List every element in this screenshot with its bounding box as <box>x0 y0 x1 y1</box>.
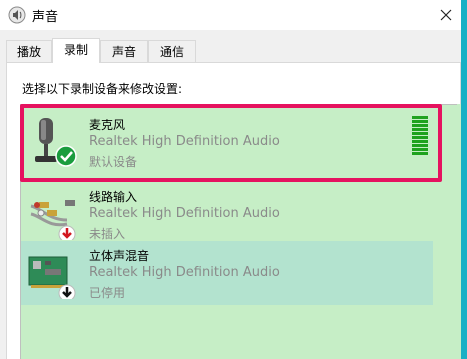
device-name: 立体声混音 <box>89 249 150 263</box>
speaker-icon <box>8 6 26 24</box>
device-status: 已停用 <box>89 286 126 300</box>
close-icon <box>440 9 451 21</box>
device-item-line-in[interactable]: 线路输入 Realtek High Definition Audio 未插入 <box>21 182 433 246</box>
sound-dialog: 声音 播放 录制 声音 通信 选择以下录制设备来修改设置: 麦克风 Realte… <box>0 0 467 359</box>
device-status: 未插入 <box>89 227 126 241</box>
window-edge <box>461 0 467 359</box>
sound-card-icon <box>28 256 76 299</box>
title-bar[interactable]: 声音 <box>0 0 461 30</box>
tab-recording[interactable]: 录制 <box>52 38 100 63</box>
tab-sounds[interactable]: 声音 <box>100 40 148 62</box>
device-item-stereo-mix[interactable]: 立体声混音 Realtek High Definition Audio 已停用 <box>21 241 433 305</box>
device-driver: Realtek High Definition Audio <box>89 265 280 280</box>
close-button[interactable] <box>430 0 461 30</box>
tab-communications[interactable]: 通信 <box>148 40 196 62</box>
instruction-text: 选择以下录制设备来修改设置: <box>22 82 183 96</box>
device-name: 线路输入 <box>89 190 138 204</box>
device-driver: Realtek High Definition Audio <box>89 206 280 221</box>
line-in-cable-icon <box>30 200 76 240</box>
tab-strip: 播放 录制 声音 通信 <box>0 38 461 63</box>
selection-highlight-frame <box>20 104 442 182</box>
tab-playback[interactable]: 播放 <box>6 40 52 62</box>
window-title: 声音 <box>32 10 59 25</box>
